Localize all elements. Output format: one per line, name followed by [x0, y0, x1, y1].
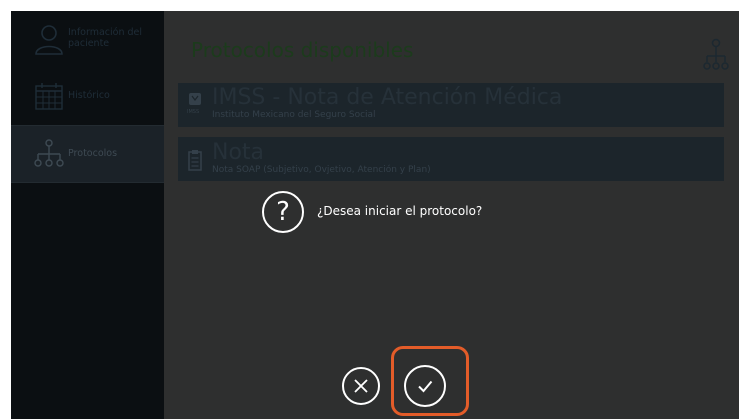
sidebar: Información del paciente Histórico Proto… [11, 11, 164, 419]
imss-logo-caption: IMSS [187, 109, 200, 115]
question-glyph: ? [276, 197, 290, 227]
protocol-subtitle: Nota SOAP (Subjetivo, Ovjetivo, Atención… [212, 165, 431, 175]
confirm-button[interactable] [404, 365, 446, 407]
sidebar-item-protocols[interactable]: Protocolos [11, 125, 164, 183]
close-icon [354, 379, 368, 393]
hierarchy-icon [703, 38, 729, 70]
cancel-button[interactable] [342, 367, 380, 405]
sidebar-item-label: Información del paciente [68, 27, 143, 49]
sidebar-item-label: Histórico [68, 90, 110, 101]
dialog-message: ¿Desea iniciar el protocolo? [317, 204, 483, 218]
protocol-card-imss[interactable]: IMSS IMSS - Nota de Atención Médica Inst… [178, 83, 724, 127]
user-icon [35, 25, 63, 55]
protocol-subtitle: Instituto Mexicano del Seguro Social [212, 110, 376, 120]
protocol-title: IMSS - Nota de Atención Médica [212, 85, 563, 110]
check-icon [418, 380, 433, 393]
protocol-title: Nota [212, 140, 265, 165]
app-window: Información del paciente Histórico Proto… [11, 11, 739, 419]
sidebar-item-patient-info[interactable]: Información del paciente [11, 11, 164, 67]
imss-logo-icon [189, 93, 201, 105]
question-icon: ? [262, 191, 304, 233]
sidebar-item-label: Protocolos [68, 148, 118, 159]
hierarchy-icon [34, 139, 64, 167]
clipboard-icon [188, 150, 202, 171]
protocol-card-nota[interactable]: Nota Nota SOAP (Subjetivo, Ovjetivo, Ate… [178, 137, 724, 181]
sidebar-item-history[interactable]: Histórico [11, 68, 164, 124]
calendar-icon [35, 83, 63, 110]
page-title: Protocolos disponibles [191, 38, 414, 62]
